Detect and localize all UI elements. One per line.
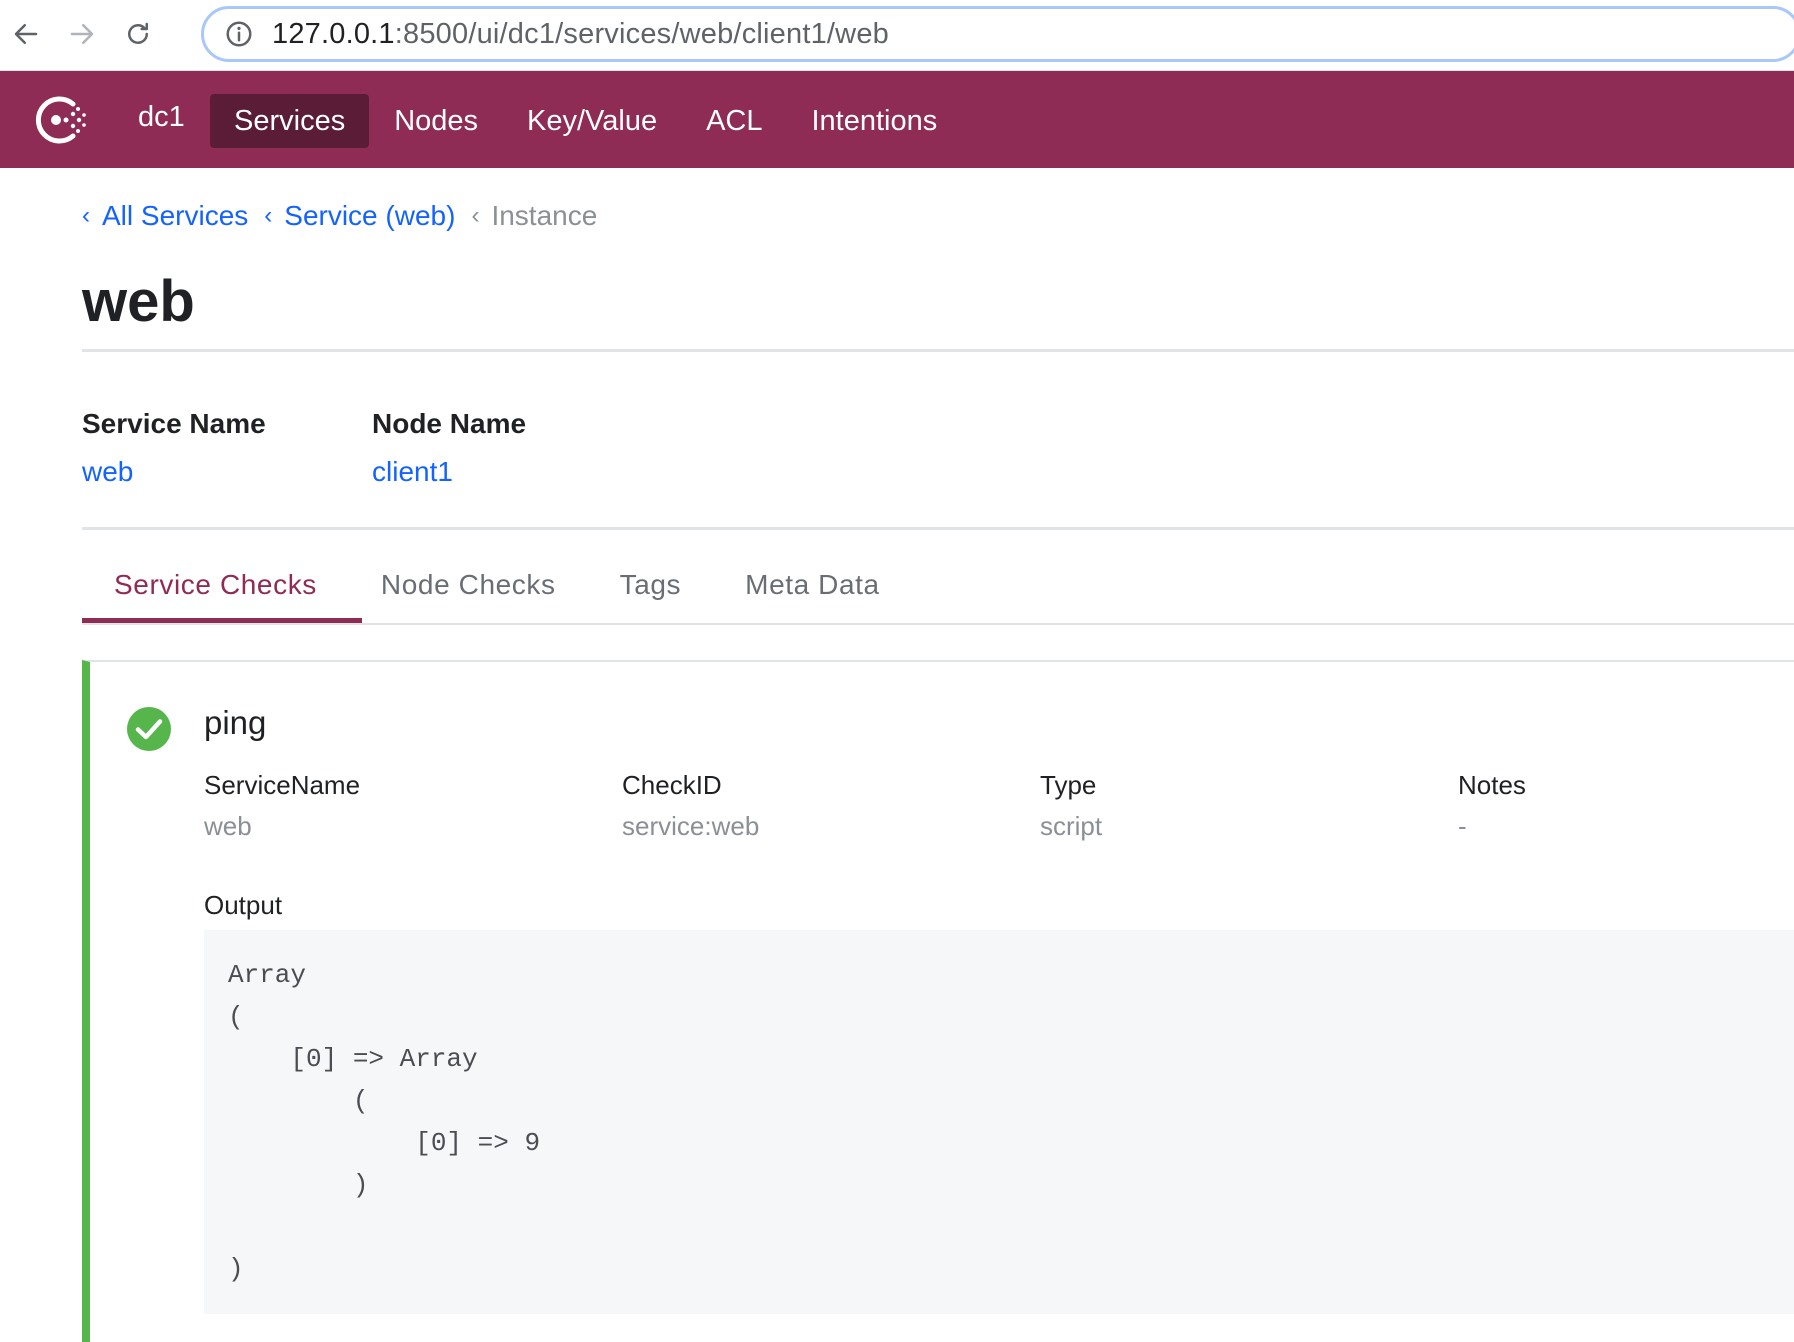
nav-acl[interactable]: ACL	[682, 94, 786, 148]
breadcrumb-instance: ‹ Instance	[471, 200, 597, 232]
check-field-notes: Notes -	[1458, 770, 1526, 842]
check-name: ping	[204, 704, 267, 741]
arrow-left-icon	[14, 24, 38, 44]
breadcrumb-service[interactable]: ‹ Service (web)	[264, 200, 455, 232]
tab-meta-data[interactable]: Meta Data	[713, 548, 912, 622]
check-field-label: ServiceName	[204, 770, 361, 800]
browser-toolbar: 127.0.0.1:8500/ui/dc1/services/web/clien…	[0, 0, 1794, 71]
node-name-label: Node Name	[372, 408, 527, 439]
check-field-label: Notes	[1458, 770, 1526, 800]
nav-services[interactable]: Services	[210, 94, 370, 148]
breadcrumb-service-link[interactable]: Service (web)	[284, 200, 455, 232]
address-bar[interactable]: 127.0.0.1:8500/ui/dc1/services/web/clien…	[201, 6, 1794, 62]
tab-service-checks[interactable]: Service Checks	[82, 548, 349, 622]
node-name-link[interactable]: client1	[372, 456, 526, 488]
chevron-left-icon: ‹	[471, 202, 480, 229]
tab-tags[interactable]: Tags	[588, 548, 714, 622]
breadcrumb-all-services[interactable]: ‹ All Services	[82, 200, 248, 232]
check-field-value: script	[1040, 811, 1103, 841]
check-field-servicename: ServiceName web	[204, 770, 360, 842]
nav-key-value[interactable]: Key/Value	[503, 94, 681, 148]
check-field-value: service:web	[622, 811, 760, 841]
consul-logo-icon[interactable]	[33, 92, 89, 148]
tabs-divider	[82, 623, 1794, 625]
check-field-value: web	[204, 811, 252, 841]
service-name-field: Service Name web	[82, 408, 266, 488]
health-check-card: ping ServiceName web CheckID service:web…	[82, 660, 1794, 1342]
reload-button[interactable]	[120, 16, 156, 52]
check-field-label: CheckID	[622, 770, 722, 800]
nav-nodes[interactable]: Nodes	[370, 94, 502, 148]
check-field-type: Type script	[1040, 770, 1102, 842]
tab-node-checks[interactable]: Node Checks	[349, 548, 588, 622]
forward-button[interactable]	[64, 16, 100, 52]
app-header: dc1 Services Nodes Key/Value ACL Intenti…	[0, 71, 1794, 168]
page-title: web	[82, 269, 195, 334]
arrow-right-icon	[70, 24, 94, 44]
output-label: Output	[204, 890, 283, 920]
breadcrumb: ‹ All Services ‹ Service (web) ‹ Instanc…	[82, 200, 613, 232]
check-field-value: -	[1458, 811, 1467, 841]
service-name-link[interactable]: web	[82, 456, 266, 488]
meta-divider	[82, 527, 1794, 530]
service-name-label: Service Name	[82, 408, 266, 439]
output-panel: Array ( [0] => Array ( [0] => 9 ) )	[204, 930, 1794, 1314]
output-text: Array ( [0] => Array ( [0] => 9 ) )	[228, 960, 541, 1284]
reload-icon	[128, 22, 148, 44]
breadcrumb-all-services-link[interactable]: All Services	[102, 200, 248, 232]
title-divider	[82, 349, 1794, 352]
breadcrumb-instance-label: Instance	[491, 200, 598, 231]
check-circle-icon	[127, 707, 171, 751]
url-text[interactable]: 127.0.0.1:8500/ui/dc1/services/web/clien…	[272, 18, 889, 51]
check-field-label: Type	[1040, 770, 1097, 800]
node-name-field: Node Name client1	[372, 408, 526, 488]
back-button[interactable]	[8, 16, 44, 52]
chevron-left-icon: ‹	[264, 202, 273, 229]
url-path: :8500/ui/dc1/services/web/client1/web	[394, 17, 889, 50]
url-host: 127.0.0.1	[272, 17, 395, 50]
nav-intentions[interactable]: Intentions	[788, 94, 962, 148]
tab-bar: Service Checks Node Checks Tags Meta Dat…	[82, 548, 912, 622]
main-nav: Services Nodes Key/Value ACL Intentions	[210, 94, 962, 148]
chevron-left-icon: ‹	[82, 202, 90, 229]
datacenter-selector[interactable]: dc1	[138, 101, 185, 134]
check-field-checkid: CheckID service:web	[622, 770, 759, 842]
info-icon[interactable]	[224, 19, 254, 49]
